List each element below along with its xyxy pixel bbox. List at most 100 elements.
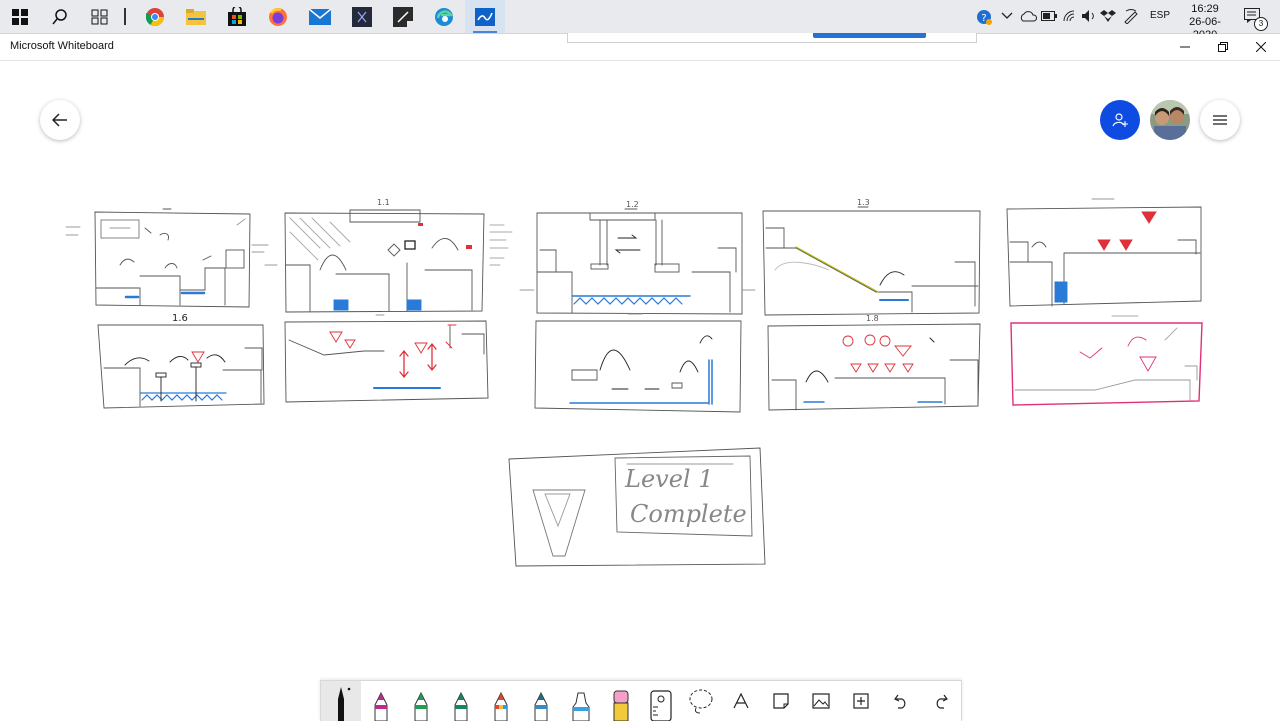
chrome-icon <box>146 7 164 26</box>
scene-label-1-3: 1.3 <box>857 198 870 207</box>
scene-label-1-2: 1.2 <box>626 200 639 209</box>
black-pen-icon <box>338 687 351 721</box>
wifi-icon[interactable] <box>1062 9 1078 23</box>
storyboard-frame-1-7b[interactable] <box>534 313 742 413</box>
redo-icon <box>936 694 948 709</box>
sticky-notes-button[interactable] <box>383 0 423 33</box>
galaxy-pen-tool[interactable] <box>521 681 561 721</box>
search-button[interactable] <box>40 0 80 33</box>
dropbox-icon[interactable] <box>1100 9 1116 23</box>
share-dropdown-panel <box>567 33 977 43</box>
firefox-icon <box>269 7 287 26</box>
storyboard-frame-1-8[interactable] <box>767 323 981 411</box>
language-indicator[interactable]: ESP <box>1150 10 1170 21</box>
close-icon <box>1256 42 1266 52</box>
rainbow-pen-tool[interactable] <box>481 681 521 721</box>
windows-taskbar: ? ESP 16:29 26-06-2020 3 <box>0 0 1280 41</box>
file-explorer-icon <box>186 8 206 25</box>
clock-time: 16:29 <box>1191 3 1219 15</box>
text-tool[interactable] <box>721 681 761 721</box>
teal-pen-icon <box>454 691 468 721</box>
add-icon <box>853 693 869 709</box>
eraser-tool[interactable] <box>601 681 641 721</box>
close-button[interactable] <box>1242 34 1280 60</box>
store-button[interactable] <box>217 0 257 33</box>
storyboard-frame-1-3[interactable] <box>762 206 981 316</box>
black-pen-tool[interactable] <box>321 681 361 721</box>
restore-button[interactable] <box>1204 34 1242 60</box>
svg-text:?: ? <box>981 13 986 24</box>
insert-image-tool[interactable] <box>801 681 841 721</box>
galaxy-pen-icon <box>534 691 548 721</box>
task-view-button[interactable] <box>80 0 120 33</box>
start-icon <box>12 8 28 25</box>
pen-workspace-icon[interactable] <box>1123 8 1139 24</box>
text-icon <box>733 693 749 709</box>
teal-pen-tool[interactable] <box>441 681 481 721</box>
store-icon <box>228 6 246 26</box>
storyboard-frame-1-1b[interactable] <box>264 209 513 313</box>
storyboard-frame-1-6[interactable] <box>97 324 265 409</box>
rainbow-pen-icon <box>494 691 508 721</box>
edge-icon <box>435 7 454 26</box>
whiteboard-icon <box>475 7 495 26</box>
redo-button[interactable] <box>921 681 961 721</box>
image-icon <box>812 693 830 709</box>
search-icon <box>52 8 67 24</box>
sticky-note-tool[interactable] <box>761 681 801 721</box>
firefox-button[interactable] <box>258 0 298 33</box>
magenta-pen-icon <box>374 691 388 721</box>
window-title: Microsoft Whiteboard <box>10 40 114 52</box>
scene-label-1-6: 1.6 <box>172 313 188 324</box>
minimize-button[interactable] <box>1166 34 1204 60</box>
chrome-button[interactable] <box>135 0 175 33</box>
highlighter-icon <box>572 692 590 721</box>
volume-icon[interactable] <box>1081 9 1097 23</box>
taskbar-divider <box>124 8 126 25</box>
level-text-line1: Level 1 <box>624 465 713 493</box>
mail-icon <box>309 8 331 25</box>
scene-label-1-8: 1.8 <box>866 314 879 323</box>
storyboard-frame-1-4[interactable] <box>1006 198 1202 307</box>
storyboard-frame-1-7[interactable] <box>284 314 489 403</box>
edge-button[interactable] <box>424 0 464 33</box>
inking-toolbar <box>320 680 962 721</box>
whiteboard-canvas[interactable]: 1.1 1.2 1.3 1.6 1.8 Level 1 Complete <box>0 61 1280 681</box>
tray-chevron-icon[interactable] <box>1001 12 1013 20</box>
file-explorer-button[interactable] <box>176 0 216 33</box>
scene-label-1-1: 1.1 <box>377 198 390 207</box>
notification-badge: 3 <box>1254 17 1268 31</box>
storyboard-frame-1-1[interactable] <box>65 208 269 308</box>
lasso-icon <box>689 689 713 714</box>
active-app-indicator <box>473 31 497 33</box>
sticky-notes-icon <box>393 6 413 27</box>
action-center-button[interactable]: 3 <box>1244 8 1268 31</box>
highlighter-tool[interactable] <box>561 681 601 721</box>
sticky-note-icon <box>773 693 789 709</box>
lasso-select-tool[interactable] <box>681 681 721 721</box>
undo-icon <box>894 694 906 709</box>
start-button[interactable] <box>0 0 40 33</box>
share-dropdown-button[interactable] <box>813 33 926 38</box>
minimize-icon <box>1180 46 1190 48</box>
help-icon[interactable]: ? <box>975 8 993 26</box>
restore-icon <box>1218 42 1228 52</box>
ruler-icon <box>650 690 672 721</box>
storyboard-frame-1-2[interactable] <box>519 208 756 315</box>
ruler-tool[interactable] <box>641 681 681 721</box>
green-pen-tool[interactable] <box>401 681 441 721</box>
visual-studio-button[interactable] <box>342 0 382 33</box>
eraser-icon <box>613 690 629 721</box>
whiteboard-button[interactable] <box>465 0 505 33</box>
level-text-line2: Complete <box>630 500 747 528</box>
undo-button[interactable] <box>881 681 921 721</box>
battery-icon[interactable] <box>1041 11 1057 21</box>
green-pen-icon <box>414 691 428 721</box>
task-view-icon <box>91 9 108 24</box>
storyboard-frame-1-9[interactable] <box>1010 315 1203 406</box>
add-content-tool[interactable] <box>841 681 881 721</box>
mail-button[interactable] <box>300 0 340 33</box>
onedrive-icon[interactable] <box>1019 10 1037 22</box>
visual-studio-icon <box>352 6 372 27</box>
magenta-pen-tool[interactable] <box>361 681 401 721</box>
